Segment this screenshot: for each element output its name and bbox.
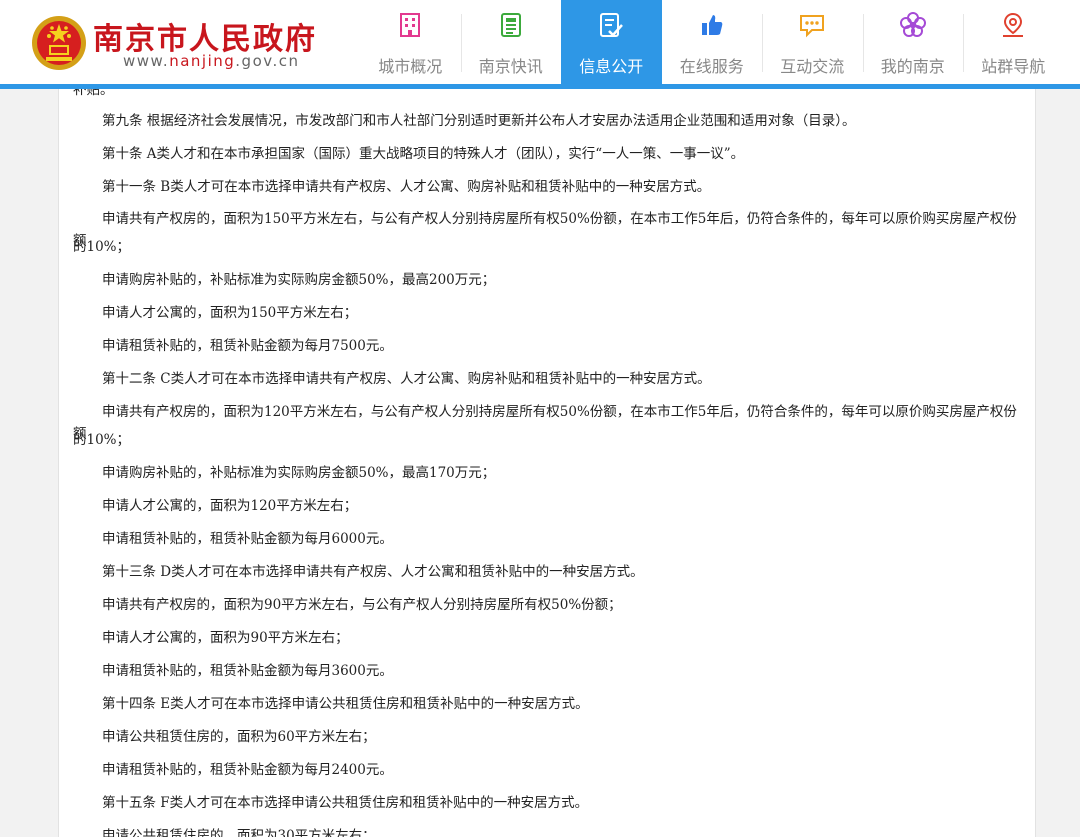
article-body: 补贴。 第九条 根据经济社会发展情况，市发改部门和市人社部门分别适时更新并公布人… — [58, 89, 1036, 837]
plum-blossom-icon — [899, 12, 926, 37]
nav-label: 我的南京 — [880, 57, 945, 76]
article-paragraph: 第十五条 F类人才可在本市选择申请公共租赁住房和租赁补贴中的一种安居方式。 — [102, 795, 589, 811]
nav-item-my-nanjing[interactable]: 我的南京 — [862, 0, 964, 84]
article-paragraph: 申请人才公寓的，面积为150平方米左右； — [102, 305, 358, 321]
article-paragraph: 申请租赁补贴的，租赁补贴金额为每月2400元。 — [102, 762, 393, 778]
site-url-prefix: www. — [123, 52, 170, 70]
site-url-suffix: .gov.cn — [235, 52, 300, 70]
nav-item-online-service[interactable]: 在线服务 — [662, 0, 763, 84]
nav-label: 信息公开 — [579, 57, 644, 76]
article-paragraph: 的10%； — [73, 239, 131, 255]
main-nav: 城市概况 南京快讯 信息公开 在线服务 互动交流 我的南京 站群导航 — [360, 0, 1064, 84]
article-paragraph: 第十三条 D类人才可在本市选择申请共有产权房、人才公寓和租赁补贴中的一种安居方式… — [102, 564, 644, 580]
nav-item-info-disclosure[interactable]: 信息公开 — [561, 0, 662, 84]
building-icon — [400, 13, 421, 37]
nav-item-interaction[interactable]: 互动交流 — [762, 0, 863, 84]
article-paragraph: 补贴。 — [73, 89, 114, 98]
article-paragraph: 申请共有产权房的，面积为90平方米左右，与公有产权人分别持房屋所有权50%份额； — [102, 597, 622, 613]
article-paragraph: 申请购房补贴的，补贴标准为实际购房金额50%，最高200万元； — [102, 272, 496, 288]
location-pin-icon — [1003, 12, 1024, 37]
chat-icon — [800, 15, 825, 38]
nav-label: 南京快讯 — [478, 57, 543, 76]
site-url-highlight: nanjing — [169, 52, 236, 70]
article-paragraph: 第十四条 E类人才可在本市选择申请公共租赁住房和租赁补贴中的一种安居方式。 — [102, 696, 589, 712]
article-paragraph: 第十二条 C类人才可在本市选择申请共有产权房、人才公寓、购房补贴和租赁补贴中的一… — [102, 371, 711, 387]
newspaper-icon — [500, 13, 521, 37]
nav-item-city-overview[interactable]: 城市概况 — [360, 0, 461, 84]
article-paragraph: 第十一条 B类人才可在本市选择申请共有产权房、人才公寓、购房补贴和租赁补贴中的一… — [102, 179, 711, 195]
nav-label: 城市概况 — [378, 57, 443, 76]
site-header: 南京市人民政府 www.nanjing.gov.cn 城市概况 南京快讯 信息公… — [0, 0, 1080, 84]
site-url: www.nanjing.gov.cn — [123, 52, 299, 70]
article-paragraph: 申请租赁补贴的，租赁补贴金额为每月3600元。 — [102, 663, 393, 679]
article-paragraph: 申请租赁补贴的，租赁补贴金额为每月6000元。 — [102, 531, 393, 547]
article-paragraph: 第九条 根据经济社会发展情况，市发改部门和市人社部门分别适时更新并公布人才安居办… — [102, 113, 856, 129]
nav-label: 站群导航 — [981, 57, 1046, 76]
article-paragraph: 申请人才公寓的，面积为120平方米左右； — [102, 498, 358, 514]
article-paragraph: 申请购房补贴的，补贴标准为实际购房金额50%，最高170万元； — [102, 465, 496, 481]
article-paragraph: 第十条 A类人才和在本市承担国家（国际）重大战略项目的特殊人才（团队），实行“一… — [102, 146, 745, 162]
nav-item-nanjing-news[interactable]: 南京快讯 — [460, 0, 562, 84]
nav-item-site-navigation[interactable]: 站群导航 — [963, 0, 1064, 84]
article-paragraph: 的10%； — [73, 432, 131, 448]
article-paragraph: 申请人才公寓的，面积为90平方米左右； — [102, 630, 349, 646]
article-paragraph: 申请公共租赁住房的，面积为60平方米左右； — [102, 729, 376, 745]
article-paragraph: 申请公共租赁住房的，面积为30平方米左右； — [102, 828, 376, 837]
nav-label: 在线服务 — [679, 57, 744, 76]
nav-label: 互动交流 — [780, 57, 845, 76]
document-edit-icon — [600, 13, 624, 37]
national-emblem-icon[interactable] — [30, 14, 88, 72]
thumbs-up-icon — [701, 15, 723, 35]
article-paragraph: 申请租赁补贴的，租赁补贴金额为每月7500元。 — [102, 338, 393, 354]
